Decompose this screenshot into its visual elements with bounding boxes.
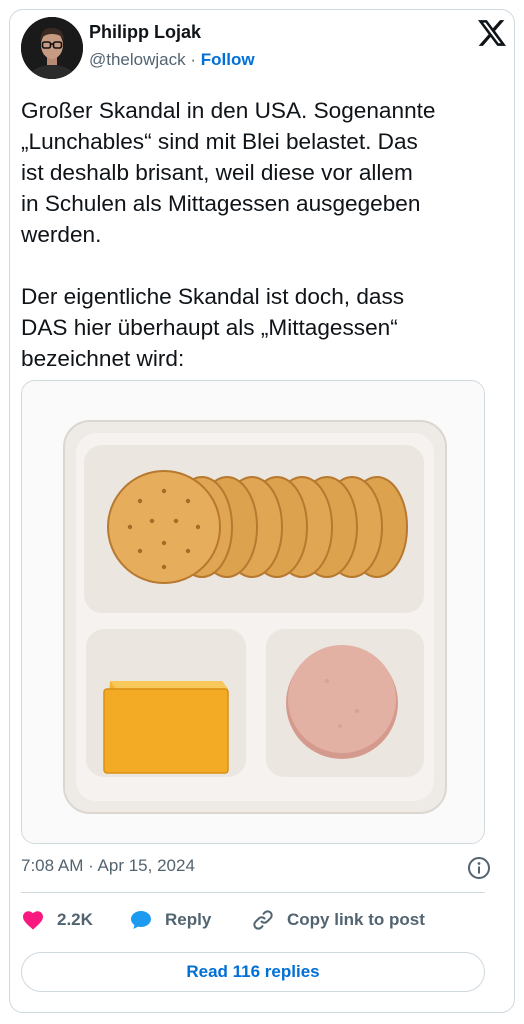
read-replies-button[interactable]: Read 116 replies [21, 952, 485, 992]
post-timestamp[interactable]: 7:08 AM · Apr 15, 2024 [21, 856, 195, 875]
post-meta-row: 7:08 AM · Apr 15, 2024 [21, 856, 491, 880]
tweet-media[interactable] [21, 380, 485, 844]
lunchables-tray-image [22, 381, 484, 843]
heart-icon [23, 911, 43, 930]
author-avatar[interactable] [21, 17, 83, 79]
speech-bubble-icon [131, 911, 151, 929]
divider [21, 892, 485, 893]
like-button[interactable]: 2.2K [21, 905, 93, 935]
author-name[interactable]: Philipp Lojak [89, 22, 201, 43]
info-icon[interactable] [467, 856, 491, 880]
avatar-photo [21, 17, 83, 79]
link-icon [253, 910, 273, 930]
copy-link-button[interactable]: Copy link to post [251, 905, 425, 935]
handle-separator: · [190, 50, 197, 69]
follow-button[interactable]: Follow [201, 50, 255, 69]
tweet-text: Großer Skandal in den USA. Sogenannte „L… [21, 98, 436, 371]
reply-button[interactable]: Reply [129, 905, 211, 935]
x-logo-icon[interactable] [478, 20, 506, 46]
like-count: 2.2K [57, 910, 93, 929]
author-handle[interactable]: @thelowjack [89, 50, 186, 69]
reply-label: Reply [165, 910, 212, 929]
copy-link-label: Copy link to post [287, 910, 425, 929]
author-handle-row: @thelowjack · Follow [89, 50, 255, 70]
post-actions: 2.2K Reply Copy link to post [21, 905, 491, 935]
